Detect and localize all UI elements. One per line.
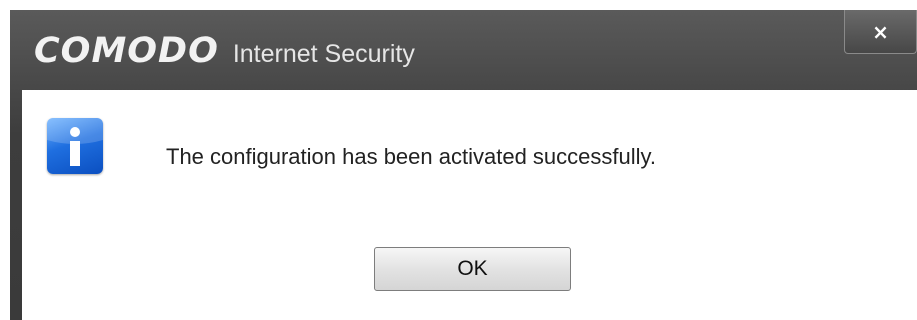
close-button[interactable]: × <box>844 10 917 54</box>
info-icon <box>47 118 103 174</box>
brand-logo: COMODO <box>34 31 219 71</box>
title-bar: COMODO Internet Security <box>10 10 917 90</box>
product-name: Internet Security <box>232 40 415 68</box>
dialog-window: COMODO Internet Security × The configura… <box>0 0 917 320</box>
app-brand: COMODO Internet Security <box>34 31 415 71</box>
dialog-content: The configuration has been activated suc… <box>22 90 917 320</box>
ok-button[interactable]: OK <box>374 247 571 291</box>
dialog-message: The configuration has been activated suc… <box>166 144 656 169</box>
close-icon: × <box>872 19 889 44</box>
